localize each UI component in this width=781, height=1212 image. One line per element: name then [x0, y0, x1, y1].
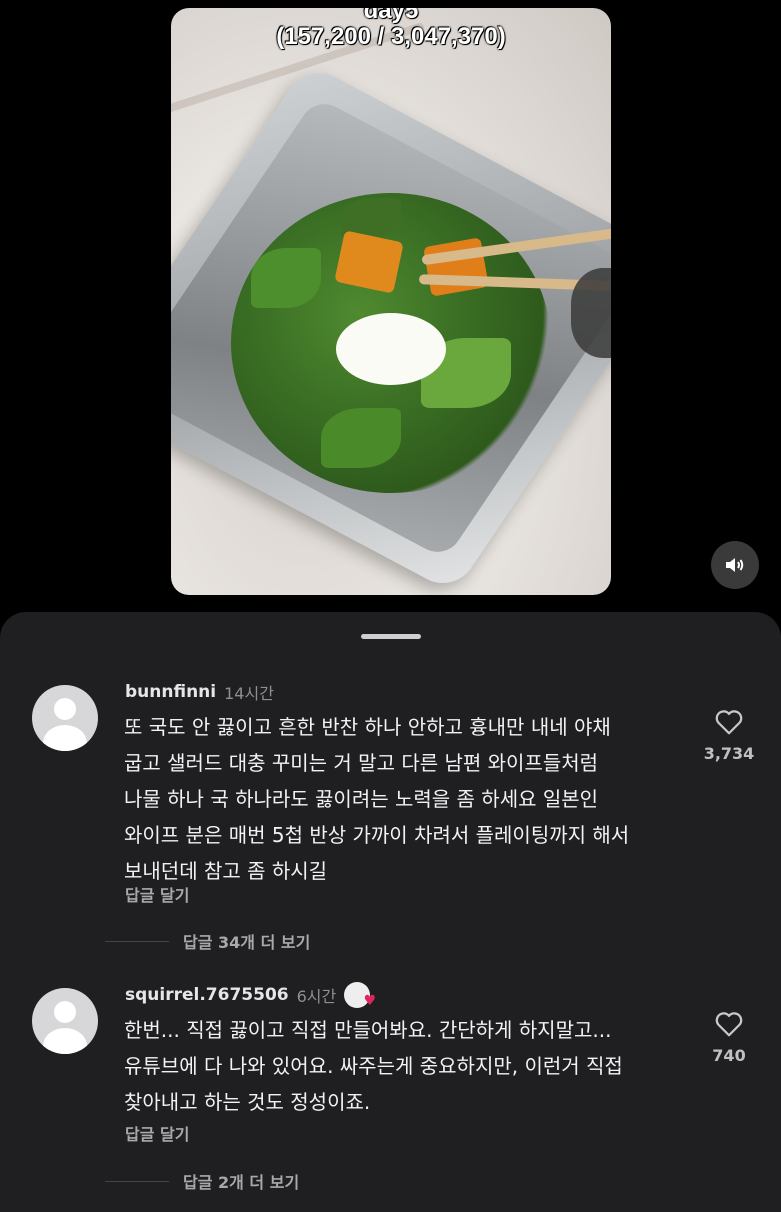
video-player[interactable]: day5 (157,200 / 3,047,370): [171, 8, 611, 595]
leaf: [251, 248, 321, 308]
caption-line2: (157,200 / 3,047,370): [276, 23, 506, 50]
heart-icon: ♥: [363, 993, 377, 1009]
sound-toggle-button[interactable]: [711, 541, 759, 589]
caption-line1: day5: [363, 8, 419, 24]
like-button[interactable]: 3,734: [700, 708, 758, 763]
like-count: 3,734: [703, 744, 755, 763]
comment-text: 또 국도 안 끓이고 흔한 반찬 하나 안하고 흉내만 내네 야채 굽고 샐러드…: [124, 715, 630, 883]
comment-meta: squirrel.7675506 6시간 ♥: [125, 982, 376, 1009]
avatar[interactable]: [32, 988, 98, 1054]
timestamp: 6시간: [296, 987, 337, 1006]
username[interactable]: squirrel.7675506: [125, 985, 289, 1005]
reply-button[interactable]: 답글 달기: [125, 1121, 189, 1145]
timestamp: 14시간: [224, 684, 274, 703]
like-count: 740: [712, 1046, 746, 1065]
view-more-replies[interactable]: 답글 2개 더 보기: [105, 1169, 299, 1193]
video-caption: day5 (157,200 / 3,047,370): [171, 8, 611, 50]
cream-cheese: [336, 313, 446, 385]
like-button[interactable]: 740: [700, 1010, 758, 1065]
view-more-replies[interactable]: 답글 34개 더 보기: [105, 929, 310, 953]
comment-text: 한번... 직접 끓이고 직접 만들어봐요. 간단하게 하지말고... 유튜브에…: [124, 1018, 623, 1114]
reply-button[interactable]: 답글 달기: [125, 882, 189, 906]
comment-meta: bunnfinni 14시간: [125, 680, 274, 704]
leaf: [321, 408, 401, 468]
more-replies-label: 답글 2개 더 보기: [183, 1173, 300, 1192]
avatar[interactable]: [32, 685, 98, 751]
drag-handle[interactable]: [361, 634, 421, 639]
divider: [105, 1180, 169, 1182]
comments-sheet: bunnfinni 14시간 또 국도 안 끓이고 흔한 반찬 하나 안하고 흉…: [0, 612, 781, 1212]
username[interactable]: bunnfinni: [125, 682, 216, 702]
divider: [105, 940, 169, 942]
heart-icon: [715, 710, 743, 735]
heart-icon: [715, 1012, 743, 1037]
more-replies-label: 답글 34개 더 보기: [183, 933, 311, 952]
creator-liked-badge: ♥: [344, 982, 376, 1009]
speaker-icon: [726, 558, 744, 572]
